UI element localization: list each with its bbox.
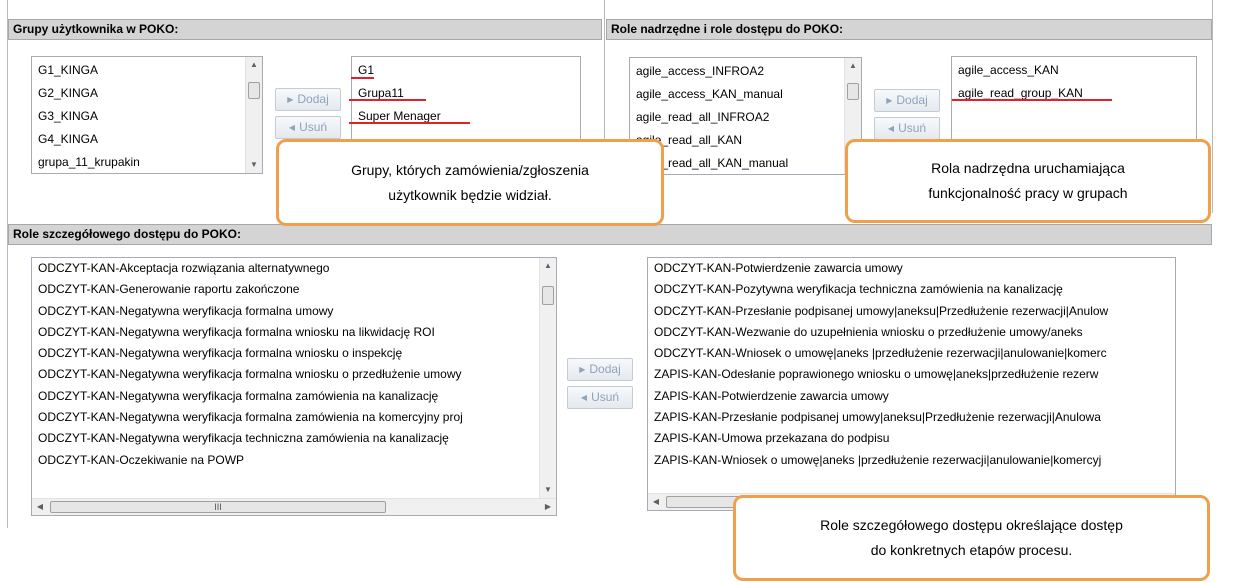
triangle-left-icon: ◀	[288, 123, 296, 132]
frame-left-border	[7, 0, 8, 528]
list-item[interactable]: ZAPIS-KAN-Umowa przekazana do podpisu	[648, 428, 1175, 449]
list-item[interactable]: agile_access_KAN	[952, 59, 1196, 82]
detailed-callout: Role szczegółowego dostępu określające d…	[733, 495, 1210, 581]
roles-add-button[interactable]: ▶ Dodaj	[874, 89, 940, 112]
triangle-right-icon: ▶	[579, 365, 586, 374]
list-item[interactable]: ODCZYT-KAN-Negatywna weryfikacja formaln…	[32, 343, 539, 364]
scroll-grip: III	[214, 502, 222, 512]
callout-line: do konkretnych etapów procesu.	[870, 542, 1073, 558]
arrow-left-icon[interactable]: ◀	[648, 494, 664, 510]
arrow-down-icon[interactable]: ▼	[540, 482, 556, 498]
add-label: Dodaj	[589, 362, 621, 376]
triangle-right-icon: ▶	[287, 95, 294, 104]
list-item[interactable]: agile_read_all_KAN	[630, 129, 861, 152]
underline-g1	[351, 77, 374, 79]
list-item[interactable]: G3_KINGA	[32, 105, 262, 128]
arrow-right-icon[interactable]: ▶	[540, 499, 556, 515]
list-item[interactable]: Grupa11	[352, 82, 580, 105]
detailed-selected-items: ODCZYT-KAN-Potwierdzenie zawarcia umowy O…	[648, 258, 1175, 493]
groups-remove-button[interactable]: ◀ Usuń	[275, 116, 341, 139]
hscroll-thumb[interactable]: III	[50, 501, 386, 513]
groups-callout-text: Grupy, których zamówienia/zgłoszenia uży…	[351, 158, 589, 208]
list-item[interactable]: ZAPIS-KAN-Odesłanie poprawionego wniosku…	[648, 364, 1175, 385]
list-item[interactable]: Super Menager	[352, 105, 580, 128]
detailed-available-vscroll[interactable]: ▲ ▼	[539, 258, 556, 498]
detailed-available-items: ODCZYT-KAN-Akceptacja rozwiązania altern…	[32, 258, 539, 498]
triangle-left-icon: ◀	[580, 393, 588, 402]
list-item[interactable]: ZAPIS-KAN-Wniosek o umowę|aneks |przedłu…	[648, 450, 1175, 471]
list-item[interactable]: ODCZYT-KAN-Akceptacja rozwiązania altern…	[32, 258, 539, 279]
list-item[interactable]: ODCZYT-KAN-Przesłanie podpisanej umowy|a…	[648, 301, 1175, 322]
list-item[interactable]: agile_access_KAN_manual	[630, 83, 861, 106]
list-item[interactable]: ZAPIS-KAN-Przesłanie podpisanej umowy|an…	[648, 407, 1175, 428]
callout-line: funkcjonalność pracy w grupach	[928, 185, 1128, 201]
arrow-up-icon[interactable]: ▲	[540, 258, 556, 274]
list-item[interactable]: ODCZYT-KAN-Negatywna weryfikacja formaln…	[32, 386, 539, 407]
detailed-available-list[interactable]: ODCZYT-KAN-Akceptacja rozwiązania altern…	[31, 257, 557, 516]
list-item[interactable]: ODCZYT-KAN-Wezwanie do uzupełnienia wnio…	[648, 322, 1175, 343]
groups-panel-header: Grupy użytkownika w POKO:	[8, 19, 602, 40]
list-item[interactable]: ZAPIS-KAN-Potwierdzenie zawarcia umowy	[648, 386, 1175, 407]
add-label: Dodaj	[896, 93, 928, 107]
scroll-thumb[interactable]	[248, 82, 260, 99]
callout-line: Rola nadrzędna uruchamiająca	[931, 160, 1125, 176]
roles-callout: Rola nadrzędna uruchamiająca funkcjonaln…	[845, 139, 1211, 223]
roles-remove-button[interactable]: ◀ Usuń	[874, 117, 940, 140]
scroll-thumb[interactable]	[542, 286, 554, 305]
underline-super-menager	[349, 122, 470, 124]
roles-callout-text: Rola nadrzędna uruchamiająca funkcjonaln…	[928, 156, 1127, 206]
list-item[interactable]: grupa_11_krupakin	[32, 151, 262, 173]
underline-grupa11	[349, 99, 426, 101]
list-item[interactable]: agile_read_all_INFROA2	[630, 106, 861, 129]
remove-label: Usuń	[299, 120, 328, 134]
arrow-up-icon[interactable]: ▲	[246, 57, 262, 73]
frame-right-border	[1212, 0, 1213, 213]
callout-line: Grupy, których zamówienia/zgłoszenia	[351, 161, 589, 178]
detailed-available-hscroll[interactable]: ◀ III ▶	[32, 498, 556, 515]
list-item[interactable]: agile_read_group_KAN	[952, 82, 1196, 105]
list-item[interactable]: G2_KINGA	[32, 82, 262, 105]
groups-available-items: G1_KINGA G2_KINGA G3_KINGA G4_KINGA grupa_11…	[32, 57, 262, 173]
list-item[interactable]: G1_KINGA	[32, 59, 262, 82]
list-item[interactable]: ODCZYT-KAN-Negatywna weryfikacja formaln…	[32, 301, 539, 322]
detailed-selected-list[interactable]: ODCZYT-KAN-Potwierdzenie zawarcia umowy O…	[647, 257, 1176, 511]
list-item[interactable]: agile_access_INFROA2	[630, 60, 861, 83]
detailed-callout-text: Role szczegółowego dostępu określające d…	[820, 513, 1123, 563]
arrow-down-icon[interactable]: ▼	[246, 157, 262, 173]
list-item[interactable]: ODCZYT-KAN-Potwierdzenie zawarcia umowy	[648, 258, 1175, 279]
remove-label: Usuń	[898, 121, 927, 135]
list-item[interactable]: agile_read_all_KAN_manual	[630, 152, 861, 174]
detailed-panel-header: Role szczegółowego dostępu do POKO:	[8, 224, 1212, 245]
groups-add-button[interactable]: ▶ Dodaj	[275, 88, 341, 111]
scroll-thumb[interactable]	[847, 83, 859, 100]
detailed-add-button[interactable]: ▶ Dodaj	[567, 358, 633, 381]
list-item[interactable]: ODCZYT-KAN-Wniosek o umowę|aneks |przedł…	[648, 343, 1175, 364]
groups-available-vscroll[interactable]: ▲ ▼	[245, 57, 262, 173]
underline-agile-read-group	[952, 99, 1112, 101]
list-item[interactable]: ODCZYT-KAN-Negatywna weryfikacja formaln…	[32, 364, 539, 385]
groups-available-list[interactable]: G1_KINGA G2_KINGA G3_KINGA G4_KINGA grupa_11…	[31, 56, 263, 174]
list-item[interactable]: G4_KINGA	[32, 128, 262, 151]
list-item[interactable]: ODCZYT-KAN-Negatywna weryfikacja technic…	[32, 428, 539, 449]
detailed-remove-button[interactable]: ◀ Usuń	[567, 386, 633, 409]
add-label: Dodaj	[297, 92, 329, 106]
list-item[interactable]: G1	[352, 59, 580, 82]
callout-line: użytkownik będzie widział.	[388, 186, 552, 203]
callout-line: Role szczegółowego dostępu określające d…	[820, 517, 1123, 533]
triangle-right-icon: ▶	[886, 96, 893, 105]
triangle-left-icon: ◀	[887, 124, 895, 133]
roles-panel-header: Role nadrzędne i role dostępu do POKO:	[606, 19, 1212, 40]
roles-available-items: agile_access_INFROA2 agile_access_KAN_man…	[630, 58, 861, 174]
list-item[interactable]: ODCZYT-KAN-Generowanie raportu zakończon…	[32, 279, 539, 300]
arrow-up-icon[interactable]: ▲	[845, 58, 861, 74]
arrow-left-icon[interactable]: ◀	[32, 499, 48, 515]
list-item[interactable]: ODCZYT-KAN-Oczekiwanie na POWP	[32, 450, 539, 471]
list-item[interactable]: ODCZYT-KAN-Pozytywna weryfikacja technic…	[648, 279, 1175, 300]
groups-callout: Grupy, których zamówienia/zgłoszenia uży…	[276, 139, 664, 226]
list-item[interactable]: ODCZYT-KAN-Negatywna weryfikacja formaln…	[32, 407, 539, 428]
list-item[interactable]: ODCZYT-KAN-Negatywna weryfikacja formaln…	[32, 322, 539, 343]
remove-label: Usuń	[591, 390, 620, 404]
